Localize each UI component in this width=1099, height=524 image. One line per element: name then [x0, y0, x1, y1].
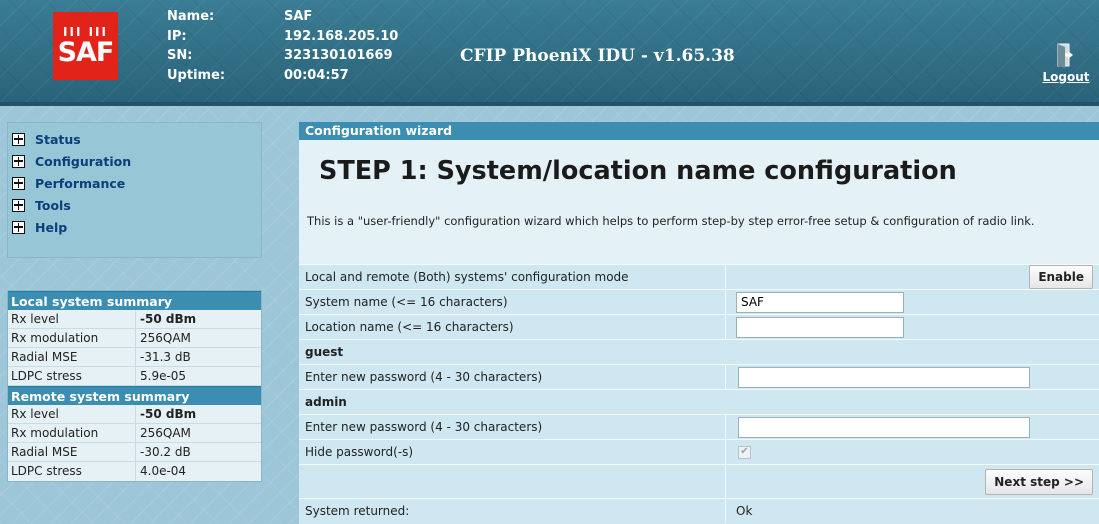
- menu-item-tools[interactable]: Tools: [12, 194, 261, 216]
- header-bar: III III SAF Name: IP: SN: Uptime: SAF 19…: [0, 0, 1099, 106]
- navigation-menu: Status Configuration Performance Tools H…: [7, 122, 262, 258]
- admin-section-row: admin: [299, 389, 1099, 414]
- summary-row: LDPC stress 5.9e-05: [8, 367, 261, 386]
- hide-password-label: Hide password(-s): [299, 440, 726, 464]
- menu-item-label[interactable]: Performance: [35, 176, 125, 191]
- location-name-row: Location name (<= 16 characters): [299, 314, 1099, 339]
- summary-row: Rx modulation 256QAM: [8, 329, 261, 348]
- hide-password-checkbox[interactable]: ✔: [738, 445, 751, 459]
- expand-icon[interactable]: [12, 154, 25, 168]
- logout-button[interactable]: Logout: [1040, 42, 1092, 84]
- config-mode-row: Local and remote (Both) systems' configu…: [299, 264, 1099, 289]
- system-name-input[interactable]: [736, 291, 904, 313]
- logout-icon: [1057, 43, 1073, 68]
- menu-item-label[interactable]: Status: [35, 132, 81, 147]
- next-step-row: Next step >>: [299, 464, 1099, 498]
- system-returned-value: Ok: [736, 504, 753, 518]
- menu-item-status[interactable]: Status: [12, 128, 261, 150]
- step-heading: STEP 1: System/location name configurati…: [319, 156, 957, 186]
- app-title: CFIP PhoeniX IDU - v1.65.38: [460, 46, 735, 66]
- wizard-intro: STEP 1: System/location name configurati…: [299, 140, 1099, 264]
- summary-row: LDPC stress 4.0e-04: [8, 462, 261, 481]
- remote-summary-title: Remote system summary: [8, 386, 261, 405]
- expand-icon[interactable]: [12, 132, 25, 146]
- location-name-input[interactable]: [736, 316, 904, 338]
- menu-item-label[interactable]: Configuration: [35, 154, 131, 169]
- hide-password-row: Hide password(-s) ✔: [299, 439, 1099, 464]
- admin-section-heading: admin: [305, 395, 347, 409]
- system-name-row: System name (<= 16 characters): [299, 289, 1099, 314]
- guest-section-heading: guest: [305, 345, 344, 359]
- name-label: Name:: [167, 9, 215, 24]
- system-returned-label: System returned:: [299, 499, 726, 523]
- name-value: SAF: [284, 9, 313, 24]
- admin-password-row: Enter new password (4 - 30 characters): [299, 414, 1099, 439]
- next-step-button[interactable]: Next step >>: [985, 468, 1093, 495]
- summary-row: Rx modulation 256QAM: [8, 424, 261, 443]
- guest-password-label: Enter new password (4 - 30 characters): [299, 365, 726, 389]
- summary-row: Radial MSE -30.2 dB: [8, 443, 261, 462]
- uptime-label: Uptime:: [167, 67, 226, 83]
- local-summary-title: Local system summary: [8, 291, 261, 310]
- device-info-labels: Name: IP: SN: Uptime:: [167, 7, 225, 85]
- uptime-value: 00:04:57: [284, 67, 349, 83]
- configuration-wizard-panel: Configuration wizard STEP 1: System/loca…: [299, 122, 1099, 524]
- admin-password-input[interactable]: [738, 416, 1030, 438]
- ip-value: 192.168.205.10: [284, 28, 399, 44]
- expand-icon[interactable]: [12, 198, 25, 212]
- summary-row: Rx level -50 dBm: [8, 405, 261, 424]
- logout-link[interactable]: Logout: [1040, 70, 1092, 84]
- expand-icon[interactable]: [12, 220, 25, 234]
- ip-label: IP:: [167, 28, 187, 44]
- saf-logo: III III SAF: [53, 12, 118, 80]
- wizard-description: This is a "user-friendly" configuration …: [307, 214, 1035, 228]
- menu-item-performance[interactable]: Performance: [12, 172, 261, 194]
- menu-item-label[interactable]: Tools: [35, 198, 71, 213]
- location-name-label: Location name (<= 16 characters): [299, 315, 726, 339]
- system-returned-row: System returned: Ok: [299, 498, 1099, 523]
- guest-section-row: guest: [299, 339, 1099, 364]
- guest-password-row: Enter new password (4 - 30 characters): [299, 364, 1099, 389]
- config-mode-label: Local and remote (Both) systems' configu…: [299, 265, 726, 289]
- menu-item-configuration[interactable]: Configuration: [12, 150, 261, 172]
- summary-row: Rx level -50 dBm: [8, 310, 261, 329]
- panel-title: Configuration wizard: [299, 122, 1099, 140]
- expand-icon[interactable]: [12, 176, 25, 190]
- guest-password-input[interactable]: [738, 366, 1030, 388]
- sn-label: SN:: [167, 48, 193, 63]
- sn-value: 323130101669: [284, 48, 393, 63]
- enable-button[interactable]: Enable: [1029, 265, 1093, 289]
- system-summary-panel: Local system summary Rx level -50 dBm Rx…: [7, 290, 262, 482]
- device-info-values: SAF 192.168.205.10 323130101669 00:04:57: [284, 7, 398, 85]
- menu-item-help[interactable]: Help: [12, 216, 261, 238]
- menu-item-label[interactable]: Help: [35, 220, 67, 235]
- summary-row: Radial MSE -31.3 dB: [8, 348, 261, 367]
- admin-password-label: Enter new password (4 - 30 characters): [299, 415, 726, 439]
- system-name-label: System name (<= 16 characters): [299, 290, 726, 314]
